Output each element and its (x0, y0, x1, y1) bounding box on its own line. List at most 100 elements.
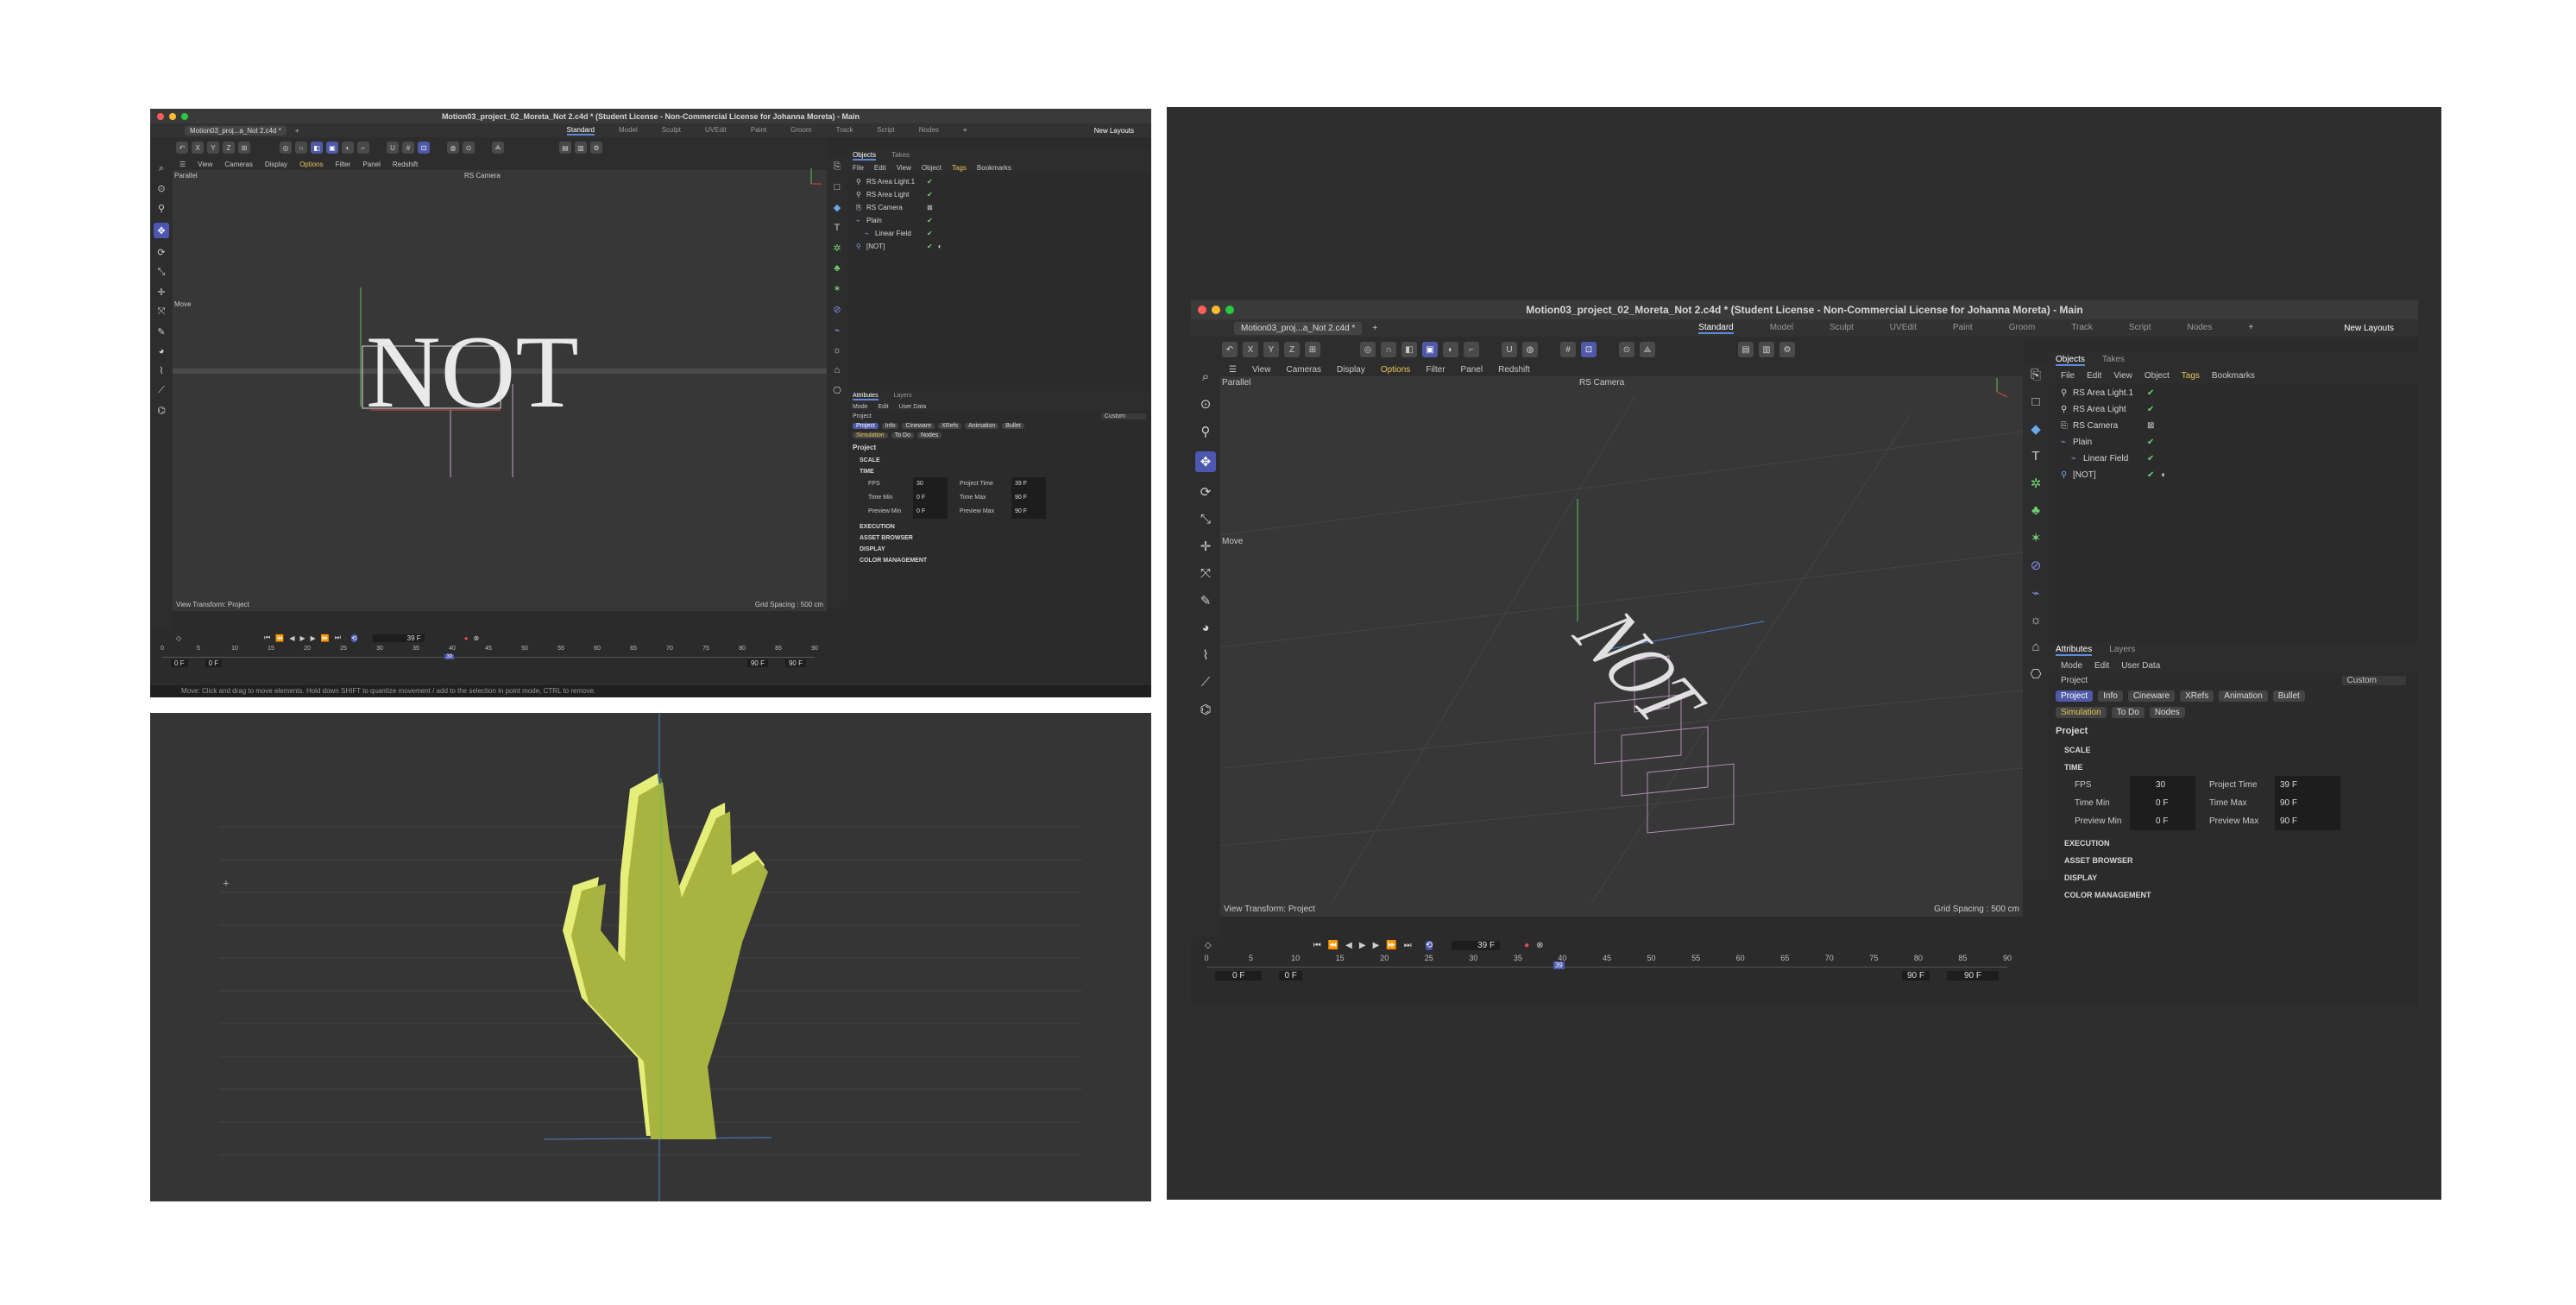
close-window-icon[interactable] (157, 113, 164, 120)
objects-menu-bookmarks[interactable]: Bookmarks (977, 164, 1011, 172)
objects-menu-bookmarks[interactable]: Bookmarks (2212, 371, 2255, 381)
symmetry-icon[interactable]: ⟁ (1640, 342, 1655, 357)
axis-z-button[interactable]: Z (223, 142, 235, 154)
search-icon[interactable]: ⌕ (1202, 369, 1209, 384)
attributes-menu-user-data[interactable]: User Data (899, 404, 927, 410)
document-tab[interactable]: Motion03_proj...a_Not 2.c4d * (185, 125, 287, 136)
select-tool-icon[interactable]: ⊙ (1200, 396, 1212, 412)
record-icon[interactable]: ● (1524, 941, 1529, 950)
layout-tab-track[interactable]: Track (836, 126, 853, 136)
undo-icon[interactable]: ↶ (176, 142, 188, 154)
objects-menu-view[interactable]: View (897, 164, 911, 172)
layout-tab-groom[interactable]: Groom (2009, 323, 2036, 334)
spline-pen-icon[interactable]: ✎ (1200, 593, 1212, 608)
transform-tool-icon[interactable]: ⤧ (1200, 566, 1211, 581)
render-settings-icon[interactable]: ⚙ (590, 142, 602, 154)
record-icon[interactable]: ● (464, 634, 469, 642)
enabled-check-icon[interactable]: ✔ (2147, 467, 2154, 483)
cube-mode-icon[interactable]: ◎ (1360, 342, 1376, 357)
effector-icon[interactable]: ✶ (833, 283, 841, 294)
brush-icon[interactable]: ⌇ (1202, 647, 1208, 663)
go-to-start-icon[interactable]: ⏮ (1313, 941, 1321, 950)
objects-menu-edit[interactable]: Edit (874, 164, 886, 172)
snap-icon[interactable]: U (1502, 342, 1517, 357)
render-icon[interactable]: ⎔ (833, 385, 841, 396)
layout-tab-model[interactable]: Model (619, 126, 638, 136)
section-execution[interactable]: EXECUTION (847, 519, 1151, 533)
layout-tab-sculpt[interactable]: Sculpt (1830, 323, 1854, 334)
chip-simulation[interactable]: Simulation (853, 432, 888, 438)
time-min-field[interactable]: 0 F (2130, 794, 2195, 812)
magnet-icon[interactable]: ∩ (295, 142, 307, 154)
go-to-end-icon[interactable]: ⏭ (335, 634, 341, 642)
texture-mode-icon[interactable]: ◐ (342, 142, 354, 154)
layout-tab-paint[interactable]: Paint (1953, 323, 1973, 334)
knife-icon[interactable]: ⟋ (1201, 675, 1211, 690)
preview-end-field[interactable]: 90 F (1901, 971, 1930, 980)
weld-icon[interactable]: ⌬ (1200, 702, 1211, 717)
axis-z-button[interactable]: Z (1284, 342, 1300, 357)
snap-grid-icon[interactable]: ⊡ (1581, 342, 1597, 357)
objects-menu-edit[interactable]: Edit (2087, 371, 2101, 381)
live-selection-icon[interactable]: ⚲ (1201, 424, 1211, 439)
render-view-icon[interactable]: ▤ (1738, 342, 1754, 357)
list-item[interactable]: ⚲ [NOT] ✔ ◐ (856, 240, 1143, 253)
new-layouts-toggle[interactable]: New Layouts (1094, 127, 1134, 135)
layout-tab-script[interactable]: Script (877, 126, 894, 136)
preview-max-field[interactable]: 90 F (1011, 505, 1046, 519)
deformer-icon[interactable]: ⊘ (833, 304, 841, 315)
object-mode-icon[interactable]: ▣ (326, 142, 338, 154)
list-item[interactable]: ⌁ Plain ✔ (856, 214, 1143, 227)
viewport-large[interactable]: ☰ View Cameras Display Options Filter Pa… (1220, 362, 2023, 917)
enabled-check-icon[interactable]: ✔ (2147, 451, 2154, 467)
previous-frame-icon[interactable]: ◀ (289, 634, 294, 642)
render-icon[interactable]: ⎔ (2030, 666, 2041, 682)
search-icon[interactable]: ⌕ (159, 163, 164, 174)
start-frame-field[interactable]: 0 F (171, 659, 188, 667)
chip-animation[interactable]: Animation (2219, 690, 2268, 702)
enabled-check-icon[interactable]: ✔ (927, 240, 933, 253)
axis-x-button[interactable]: X (192, 142, 204, 154)
model-mode-icon[interactable]: ◧ (1401, 342, 1417, 357)
scene-icon[interactable]: ⌂ (2031, 640, 2039, 654)
timeline-ruler[interactable]: 0 5 10 15 20 25 30 35 40 45 50 55 60 65 70 75 80 85 90 39 (1204, 954, 2012, 969)
attributes-menu-edit[interactable]: Edit (879, 404, 889, 410)
symmetry-icon[interactable]: ⟁ (492, 142, 504, 154)
camera-object-icon[interactable]: ⎘ (2031, 368, 2041, 382)
axis-tool-icon[interactable]: ✛ (1200, 539, 1212, 554)
viewport-small[interactable]: ☰ View Cameras Display Options Filter Pa… (173, 158, 827, 611)
generator-icon[interactable]: ✲ (2031, 476, 2042, 491)
magnet-icon[interactable]: ∩ (1381, 342, 1396, 357)
generator-icon[interactable]: ✲ (833, 243, 841, 254)
preset-dropdown[interactable]: Custom (1100, 413, 1146, 419)
close-window-icon[interactable] (1198, 306, 1206, 314)
snap-grid-icon[interactable]: ⊡ (418, 142, 430, 154)
axis-y-button[interactable]: Y (207, 142, 219, 154)
preview-end-field[interactable]: 90 F (746, 659, 768, 667)
next-frame-icon[interactable]: ▶ (1373, 941, 1380, 950)
tab-layers[interactable]: Layers (2109, 645, 2135, 656)
layout-tab-nodes[interactable]: Nodes (2187, 323, 2212, 334)
layout-tab-model[interactable]: Model (1770, 323, 1793, 334)
section-asset-browser[interactable]: ASSET BROWSER (847, 533, 1151, 544)
document-tab[interactable]: Motion03_proj...a_Not 2.c4d * (1234, 321, 1363, 335)
new-document-tab-button[interactable]: + (1372, 324, 1377, 333)
time-min-field[interactable]: 0 F (913, 491, 948, 505)
playhead[interactable]: 39 (444, 654, 455, 659)
axis-y-button[interactable]: Y (1263, 342, 1279, 357)
chip-simulation[interactable]: Simulation (2056, 707, 2107, 718)
time-max-field[interactable]: 90 F (2275, 794, 2340, 812)
rotate-tool-icon[interactable]: ⟳ (157, 247, 165, 258)
keyframe-icon[interactable]: ◇ (176, 634, 181, 642)
loop-icon[interactable]: ⟲ (1425, 941, 1433, 950)
minimize-window-icon[interactable] (1212, 306, 1220, 314)
objects-menu-view[interactable]: View (2113, 371, 2132, 381)
loop-icon[interactable]: ⟲ (350, 634, 357, 642)
camera-tag-icon[interactable]: ⊠ (2147, 418, 2154, 434)
layout-tab-standard[interactable]: Standard (566, 126, 595, 136)
grid-icon[interactable]: # (402, 142, 414, 154)
play-icon[interactable]: ▶ (1359, 941, 1366, 950)
section-color-management[interactable]: COLOR MANAGEMENT (847, 555, 1151, 566)
layout-tab-track[interactable]: Track (2071, 323, 2093, 334)
chip-info[interactable]: Info (2098, 690, 2123, 702)
